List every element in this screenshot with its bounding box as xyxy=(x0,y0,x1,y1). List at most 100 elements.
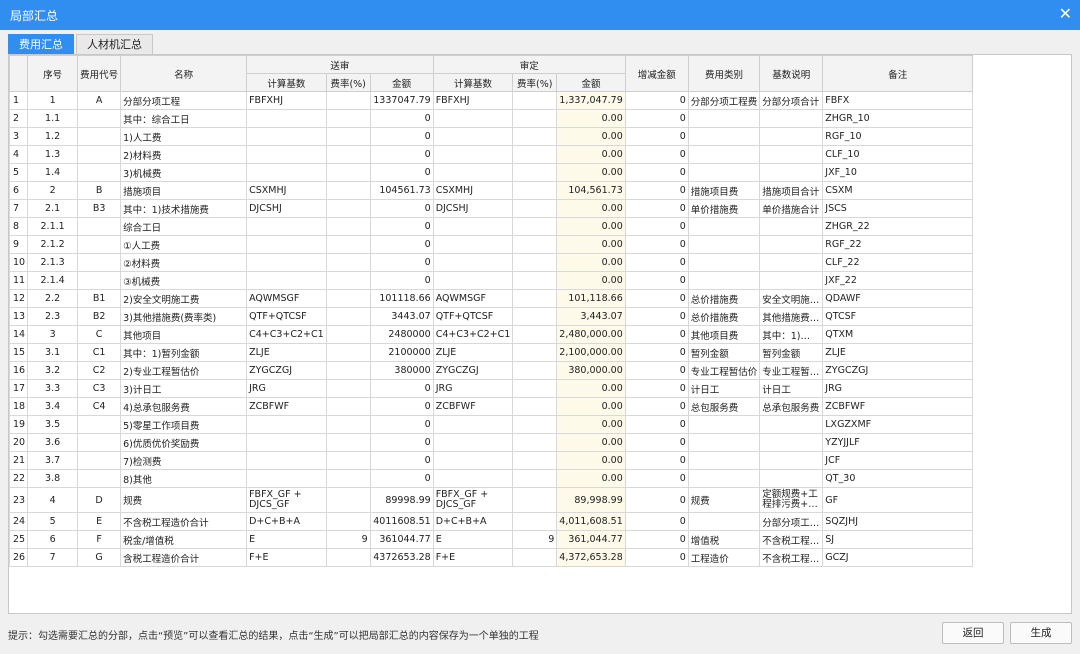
base-desc-cell[interactable]: 不含税工程… xyxy=(759,548,824,567)
sent-rate-cell[interactable] xyxy=(325,343,371,362)
category-cell[interactable]: 规费 xyxy=(687,487,761,513)
table-row[interactable]: 9 2.1.2 ①人工费 0 0.00 0 RGF_22 xyxy=(9,235,974,254)
header-sent-amount[interactable]: 金额 xyxy=(369,73,434,92)
name-cell[interactable]: 8)其他 xyxy=(120,469,248,488)
header-sent-rate[interactable]: 费率(%) xyxy=(325,73,371,92)
table-row[interactable]: 20 3.6 6)优质优价奖励费 0 0.00 0 YZYJJLF xyxy=(9,433,974,452)
sent-rate-cell[interactable] xyxy=(325,548,371,567)
table-row[interactable]: 7 2.1 B3 其中：1)技术措施费 DJCSHJ 0 DJCSHJ 0.00 0 单价措施费单… xyxy=(9,199,974,218)
name-cell[interactable]: 3)机械费 xyxy=(120,163,248,182)
table-row[interactable]: 3 1.2 1)人工费 0 0.00 0 RGF_10 xyxy=(9,127,974,146)
approved-rate-cell[interactable] xyxy=(512,325,558,344)
seq-cell[interactable]: 2.1.2 xyxy=(27,235,79,254)
approved-calc-base-cell[interactable]: ZCBFWF xyxy=(432,397,514,416)
sent-amount-cell[interactable]: 0 xyxy=(369,253,434,272)
category-cell[interactable] xyxy=(687,145,761,164)
approved-rate-cell[interactable] xyxy=(512,307,558,326)
return-button[interactable]: 返回 xyxy=(942,622,1004,644)
code-cell[interactable] xyxy=(77,451,122,470)
seq-cell[interactable]: 3.7 xyxy=(27,451,79,470)
sent-calc-base-cell[interactable]: QTF+QTCSF xyxy=(246,307,327,326)
approved-rate-cell[interactable] xyxy=(512,397,558,416)
sent-calc-base-cell[interactable] xyxy=(246,127,327,146)
sent-rate-cell[interactable] xyxy=(325,217,371,236)
table-row[interactable]: 26 7 G 含税工程造价合计 F+E 4372653.28 F+E 4,372,653.28… xyxy=(9,548,974,567)
approved-calc-base-cell[interactable] xyxy=(432,469,514,488)
approved-calc-base-cell[interactable] xyxy=(432,163,514,182)
table-row[interactable]: 15 3.1 C1 其中：1)暂列金额 ZLJE 2100000 ZLJE 2,100,000… xyxy=(9,343,974,362)
base-desc-cell[interactable]: 其他措施费… xyxy=(759,307,824,326)
table-row[interactable]: 25 6 F 税金/增值税 E 9 361044.77 E 9 361,044.77 0 增值税 不含税… xyxy=(9,530,974,549)
category-cell[interactable] xyxy=(687,469,761,488)
category-cell[interactable] xyxy=(687,512,761,531)
code-cell[interactable]: F xyxy=(77,530,122,549)
code-cell[interactable] xyxy=(77,145,122,164)
name-cell[interactable]: ②材料费 xyxy=(120,253,248,272)
approved-amount-cell[interactable]: 0.00 xyxy=(556,145,626,164)
approved-amount-cell[interactable]: 104,561.73 xyxy=(556,181,626,200)
name-cell[interactable]: 2)专业工程暂估价 xyxy=(120,361,248,380)
approved-calc-base-cell[interactable]: ZLJE xyxy=(432,343,514,362)
approved-rate-cell[interactable] xyxy=(512,91,558,110)
name-cell[interactable]: 6)优质优价奖励费 xyxy=(120,433,248,452)
sent-rate-cell[interactable] xyxy=(325,397,371,416)
sent-calc-base-cell[interactable] xyxy=(246,109,327,128)
sent-calc-base-cell[interactable] xyxy=(246,145,327,164)
approved-amount-cell[interactable]: 0.00 xyxy=(556,217,626,236)
header-remark[interactable]: 备注 xyxy=(822,55,974,92)
sent-calc-base-cell[interactable]: D+C+B+A xyxy=(246,512,327,531)
sent-calc-base-cell[interactable]: ZCBFWF xyxy=(246,397,327,416)
sent-rate-cell[interactable] xyxy=(325,379,371,398)
approved-calc-base-cell[interactable]: D+C+B+A xyxy=(432,512,514,531)
approved-rate-cell[interactable] xyxy=(512,163,558,182)
base-desc-cell[interactable] xyxy=(759,217,824,236)
approved-amount-cell[interactable]: 361,044.77 xyxy=(556,530,626,549)
sent-calc-base-cell[interactable]: ZLJE xyxy=(246,343,327,362)
approved-rate-cell[interactable] xyxy=(512,487,558,513)
sent-amount-cell[interactable]: 0 xyxy=(369,415,434,434)
code-cell[interactable]: D xyxy=(77,487,122,513)
sent-calc-base-cell[interactable]: DJCSHJ xyxy=(246,199,327,218)
remark-cell[interactable]: GCZJ xyxy=(822,548,974,567)
remark-cell[interactable]: CSXM xyxy=(822,181,974,200)
sent-calc-base-cell[interactable] xyxy=(246,253,327,272)
seq-cell[interactable]: 2.2 xyxy=(27,289,79,308)
table-row[interactable]: 13 2.3 B2 3)其他措施费(费率类) QTF+QTCSF 3443.07 QTF+Q… xyxy=(9,307,974,326)
code-cell[interactable]: B1 xyxy=(77,289,122,308)
header-sent-calc-base[interactable]: 计算基数 xyxy=(246,73,327,92)
approved-calc-base-cell[interactable]: FBFXHJ xyxy=(432,91,514,110)
approved-amount-cell[interactable]: 1,337,047.79 xyxy=(556,91,626,110)
sent-rate-cell[interactable]: 9 xyxy=(325,530,371,549)
base-desc-cell[interactable]: 总承包服务费 xyxy=(759,397,824,416)
sent-amount-cell[interactable]: 0 xyxy=(369,433,434,452)
approved-rate-cell[interactable] xyxy=(512,145,558,164)
approved-calc-base-cell[interactable] xyxy=(432,217,514,236)
code-cell[interactable]: C4 xyxy=(77,397,122,416)
close-icon[interactable]: ✕ xyxy=(1059,4,1072,23)
sent-amount-cell[interactable]: 0 xyxy=(369,451,434,470)
base-desc-cell[interactable] xyxy=(759,163,824,182)
approved-amount-cell[interactable]: 3,443.07 xyxy=(556,307,626,326)
base-desc-cell[interactable]: 其中：1)… xyxy=(759,325,824,344)
remark-cell[interactable]: QDAWF xyxy=(822,289,974,308)
sent-amount-cell[interactable]: 3443.07 xyxy=(369,307,434,326)
sent-calc-base-cell[interactable]: JRG xyxy=(246,379,327,398)
code-cell[interactable] xyxy=(77,433,122,452)
name-cell[interactable]: 1)人工费 xyxy=(120,127,248,146)
table-row[interactable]: 24 5 E 不含税工程造价合计 D+C+B+A 4011608.51 D+C+B+A 4,0… xyxy=(9,512,974,531)
sent-rate-cell[interactable] xyxy=(325,487,371,513)
seq-cell[interactable]: 7 xyxy=(27,548,79,567)
approved-rate-cell[interactable] xyxy=(512,512,558,531)
sent-amount-cell[interactable]: 2480000 xyxy=(369,325,434,344)
approved-amount-cell[interactable]: 0.00 xyxy=(556,271,626,290)
name-cell[interactable]: 其中：1)暂列金额 xyxy=(120,343,248,362)
sent-amount-cell[interactable]: 0 xyxy=(369,163,434,182)
remark-cell[interactable]: YZYJJLF xyxy=(822,433,974,452)
sent-calc-base-cell[interactable]: FBFXHJ xyxy=(246,91,327,110)
name-cell[interactable]: 规费 xyxy=(120,487,248,513)
approved-rate-cell[interactable] xyxy=(512,343,558,362)
sent-amount-cell[interactable]: 0 xyxy=(369,379,434,398)
approved-calc-base-cell[interactable]: C4+C3+C2+C1 xyxy=(432,325,514,344)
name-cell[interactable]: 含税工程造价合计 xyxy=(120,548,248,567)
seq-cell[interactable]: 1.4 xyxy=(27,163,79,182)
